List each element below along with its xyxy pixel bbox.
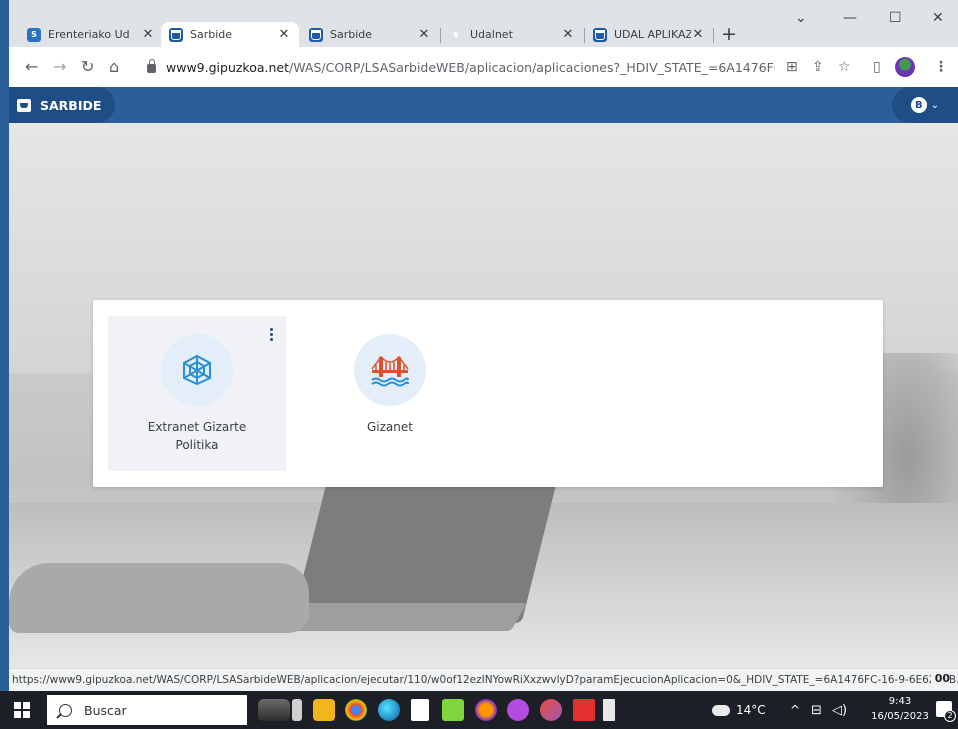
browser-toolbar: ← → ↻ ⌂ www9.gipuzkoa.net/WAS/CORP/LSASa… [9, 47, 958, 87]
udalnet-icon: ♞ [452, 30, 460, 39]
window-close-icon[interactable]: ✕ [932, 10, 944, 26]
tab-label: Sarbide [190, 28, 233, 41]
brand-name: SARBIDE [40, 97, 102, 113]
url-host: www9.gipuzkoa.net [166, 59, 290, 75]
bin-icon[interactable] [292, 699, 302, 721]
bookmark-star-icon[interactable]: ☆ [838, 57, 851, 77]
user-avatar: B [910, 97, 927, 113]
background-photo: Extranet Gizarte Politika Gizanet [9, 123, 958, 668]
weather-temp: 14°C [736, 703, 766, 717]
search-placeholder: Buscar [84, 702, 127, 718]
tab-sarbide-active[interactable]: Sarbide ✕ [161, 22, 299, 47]
brand-home-link[interactable]: SARBIDE [9, 87, 116, 123]
tray-chevron-icon[interactable]: ^ [790, 691, 800, 729]
tab-udalnet[interactable]: ♞ Udalnet ✕ [443, 22, 581, 47]
url-path: /WAS/CORP/LSASarbideWEB/aplicacion/aplic… [289, 59, 775, 75]
network-web-icon [183, 354, 211, 386]
lock-icon[interactable] [147, 59, 156, 73]
file-explorer-icon[interactable] [313, 699, 335, 721]
clock-time: 9:43 [888, 696, 912, 707]
tab-erenteriako[interactable]: S Erenteriako Ud ✕ [21, 22, 161, 47]
notification-badge: 2 [944, 710, 956, 722]
forward-icon[interactable]: → [53, 57, 66, 77]
close-icon[interactable]: ✕ [561, 27, 575, 42]
tab-search-icon[interactable]: ⌄ [795, 10, 807, 26]
address-bar[interactable]: www9.gipuzkoa.net/WAS/CORP/LSASarbideWEB… [137, 53, 775, 81]
bridge-icon [371, 355, 409, 387]
app-icon-container [161, 334, 233, 406]
tab-separator [584, 28, 585, 43]
tab-separator [440, 28, 441, 43]
applications-panel: Extranet Gizarte Politika Gizanet [93, 300, 883, 487]
maximize-icon[interactable]: ☐ [889, 10, 902, 26]
status-extra: 00 [930, 672, 950, 685]
firefox-icon[interactable] [475, 699, 497, 721]
volume-icon[interactable]: ◁) [832, 691, 847, 729]
app-icon-container [354, 334, 426, 406]
chevron-down-icon: ⌄ [930, 99, 940, 111]
cloud-icon [712, 704, 730, 716]
tab-label: Erenteriako Ud [48, 28, 130, 41]
network-icon[interactable]: ⊟ [811, 691, 822, 729]
tab-separator [713, 28, 714, 43]
close-icon[interactable]: ✕ [417, 27, 431, 42]
overflow-icon[interactable] [603, 699, 615, 721]
sarbide-icon [309, 27, 323, 42]
weather-widget[interactable]: 14°C [712, 691, 766, 729]
chrome-icon[interactable] [345, 699, 367, 721]
windows-taskbar: Buscar 14°C ^ ⊟ ◁) 9:43 16/05/2023 2 [0, 691, 958, 729]
close-icon[interactable]: ✕ [277, 27, 291, 42]
browser-tabstrip: S Erenteriako Ud ✕ Sarbide ✕ Sarbide ✕ ♞… [9, 0, 958, 47]
camera-app-icon[interactable] [258, 699, 290, 721]
windows-start-icon[interactable] [14, 702, 30, 718]
sarbide-icon [593, 27, 607, 42]
tab-udal-aplikazioak[interactable]: UDAL APLIKAZI ✕ [587, 22, 711, 47]
tab-sarbide[interactable]: Sarbide ✕ [303, 22, 437, 47]
purple-app-icon[interactable] [507, 699, 529, 721]
close-icon[interactable]: ✕ [141, 27, 155, 42]
close-icon[interactable]: ✕ [691, 27, 705, 42]
translate-icon[interactable]: ⊞ [786, 57, 798, 77]
taskbar-search-input[interactable]: Buscar [47, 695, 247, 725]
card-menu-icon[interactable] [270, 328, 274, 341]
tab-label: Udalnet [470, 28, 513, 41]
colorful-app-icon[interactable] [540, 699, 562, 721]
app-card-extranet-gizarte-politika[interactable]: Extranet Gizarte Politika [108, 316, 286, 471]
screen: S Erenteriako Ud ✕ Sarbide ✕ Sarbide ✕ ♞… [0, 0, 958, 729]
document-app-icon[interactable] [411, 699, 429, 721]
back-icon[interactable]: ← [25, 57, 38, 77]
sarbide-logo-icon [17, 98, 31, 112]
sarbide-icon [169, 27, 183, 42]
edge-icon[interactable] [378, 699, 400, 721]
app-label: Extranet Gizarte Politika [147, 420, 247, 452]
app-card-gizanet[interactable]: Gizanet [301, 316, 479, 471]
new-tab-button[interactable]: + [721, 24, 737, 44]
home-icon[interactable]: ⌂ [109, 57, 119, 77]
side-panel-icon[interactable]: ▯ [873, 57, 881, 77]
window-edge [0, 0, 9, 691]
s-icon: S [27, 27, 41, 42]
status-bar: https://www9.gipuzkoa.net/WAS/CORP/LSASa… [9, 668, 958, 691]
reload-icon[interactable]: ↻ [81, 57, 94, 77]
app-header: SARBIDE B ⌄ [9, 87, 958, 123]
profile-avatar[interactable] [895, 57, 915, 77]
status-url: https://www9.gipuzkoa.net/WAS/CORP/LSASa… [12, 674, 958, 686]
tab-label: Sarbide [330, 28, 373, 41]
app-label: Gizanet [367, 420, 413, 434]
tab-label: UDAL APLIKAZI [614, 28, 691, 41]
clock-date: 16/05/2023 [871, 711, 929, 722]
minimize-icon[interactable]: — [843, 10, 857, 26]
taskbar-clock[interactable]: 9:43 16/05/2023 [870, 694, 930, 724]
green-app-icon[interactable] [442, 699, 464, 721]
background-hand [9, 563, 309, 633]
user-menu-button[interactable]: B ⌄ [892, 87, 958, 123]
search-icon [59, 703, 72, 717]
share-icon[interactable]: ⇪ [812, 57, 824, 77]
menu-kebab-icon[interactable]: ⋮ [934, 57, 948, 77]
acrobat-icon[interactable] [573, 699, 595, 721]
background-laptop [291, 483, 557, 623]
